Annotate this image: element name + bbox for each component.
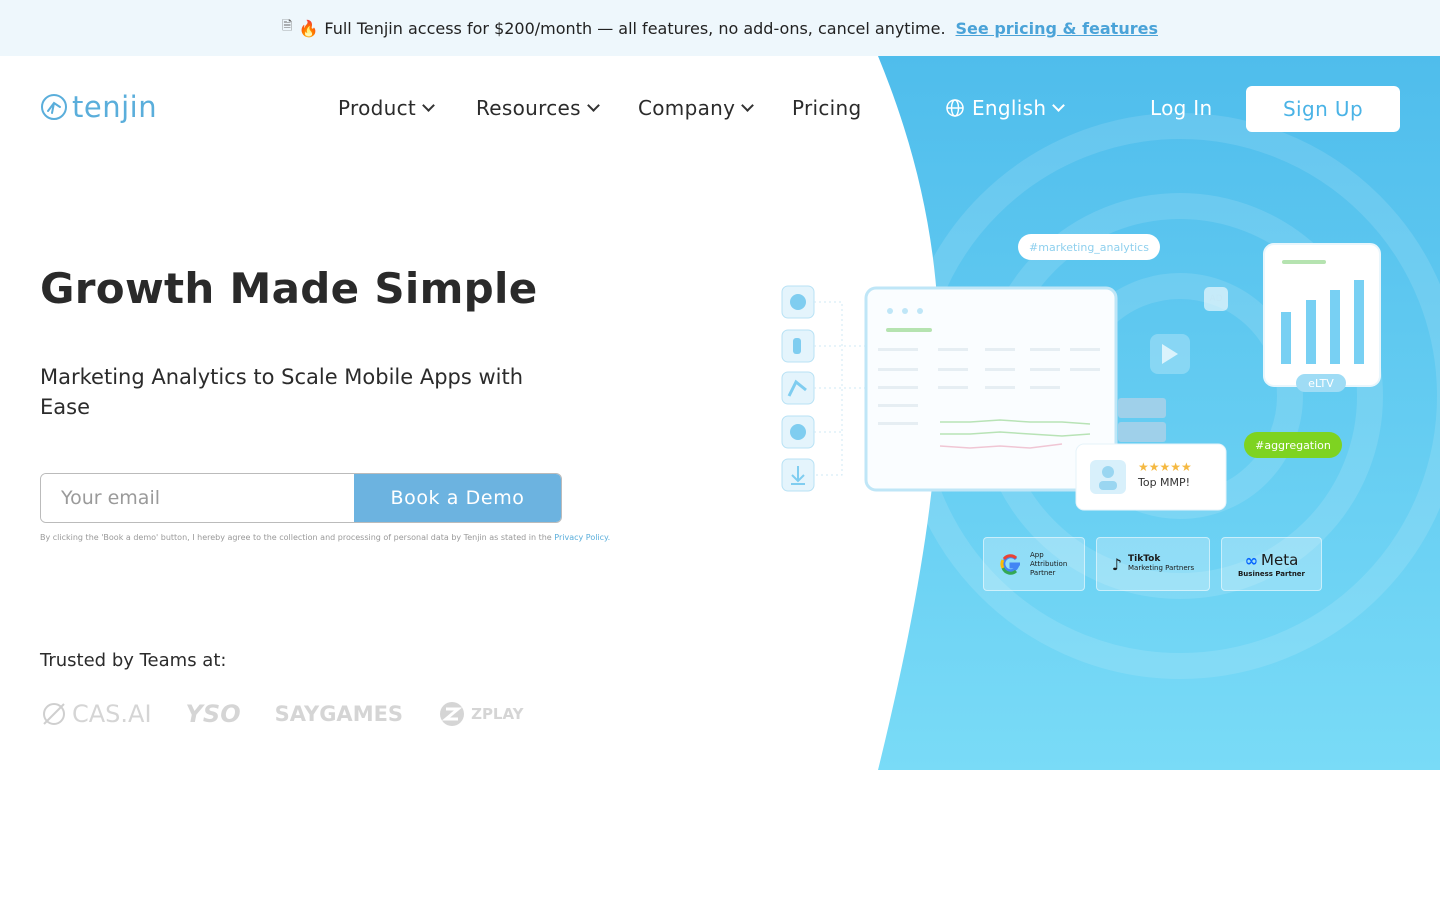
google-partner-text: App Attribution Partner [1030, 550, 1068, 577]
tiktok-partner-sub: Marketing Partners [1128, 564, 1195, 572]
google-icon [1000, 554, 1020, 575]
meta-partner-badge: ∞ Meta Business Partner [1221, 537, 1322, 591]
marketing-analytics-tag: #marketing_analytics [1018, 234, 1160, 260]
meta-partner-sub: Business Partner [1237, 569, 1306, 578]
meta-partner-name: Meta [1261, 551, 1299, 569]
review-text: Top MMP! [1138, 476, 1191, 489]
meta-icon: ∞ [1244, 550, 1259, 570]
aggregation-tag: #aggregation [1244, 432, 1342, 458]
tiktok-partner-badge: ♪ TikTok Marketing Partners [1096, 537, 1210, 591]
tiktok-icon: ♪ [1111, 554, 1122, 574]
tiktok-partner-name: TikTok [1128, 554, 1161, 564]
dashboard-illustration: ★★★★★ [781, 243, 1381, 511]
svg-text:★★★★★: ★★★★★ [1138, 460, 1192, 474]
google-partner-badge: App Attribution Partner [983, 537, 1085, 591]
eltv-chart-card [1263, 243, 1381, 392]
ad-badge: AD [1209, 294, 1223, 304]
eltv-label: eLTV [1308, 376, 1334, 390]
feature-icons [781, 285, 866, 492]
